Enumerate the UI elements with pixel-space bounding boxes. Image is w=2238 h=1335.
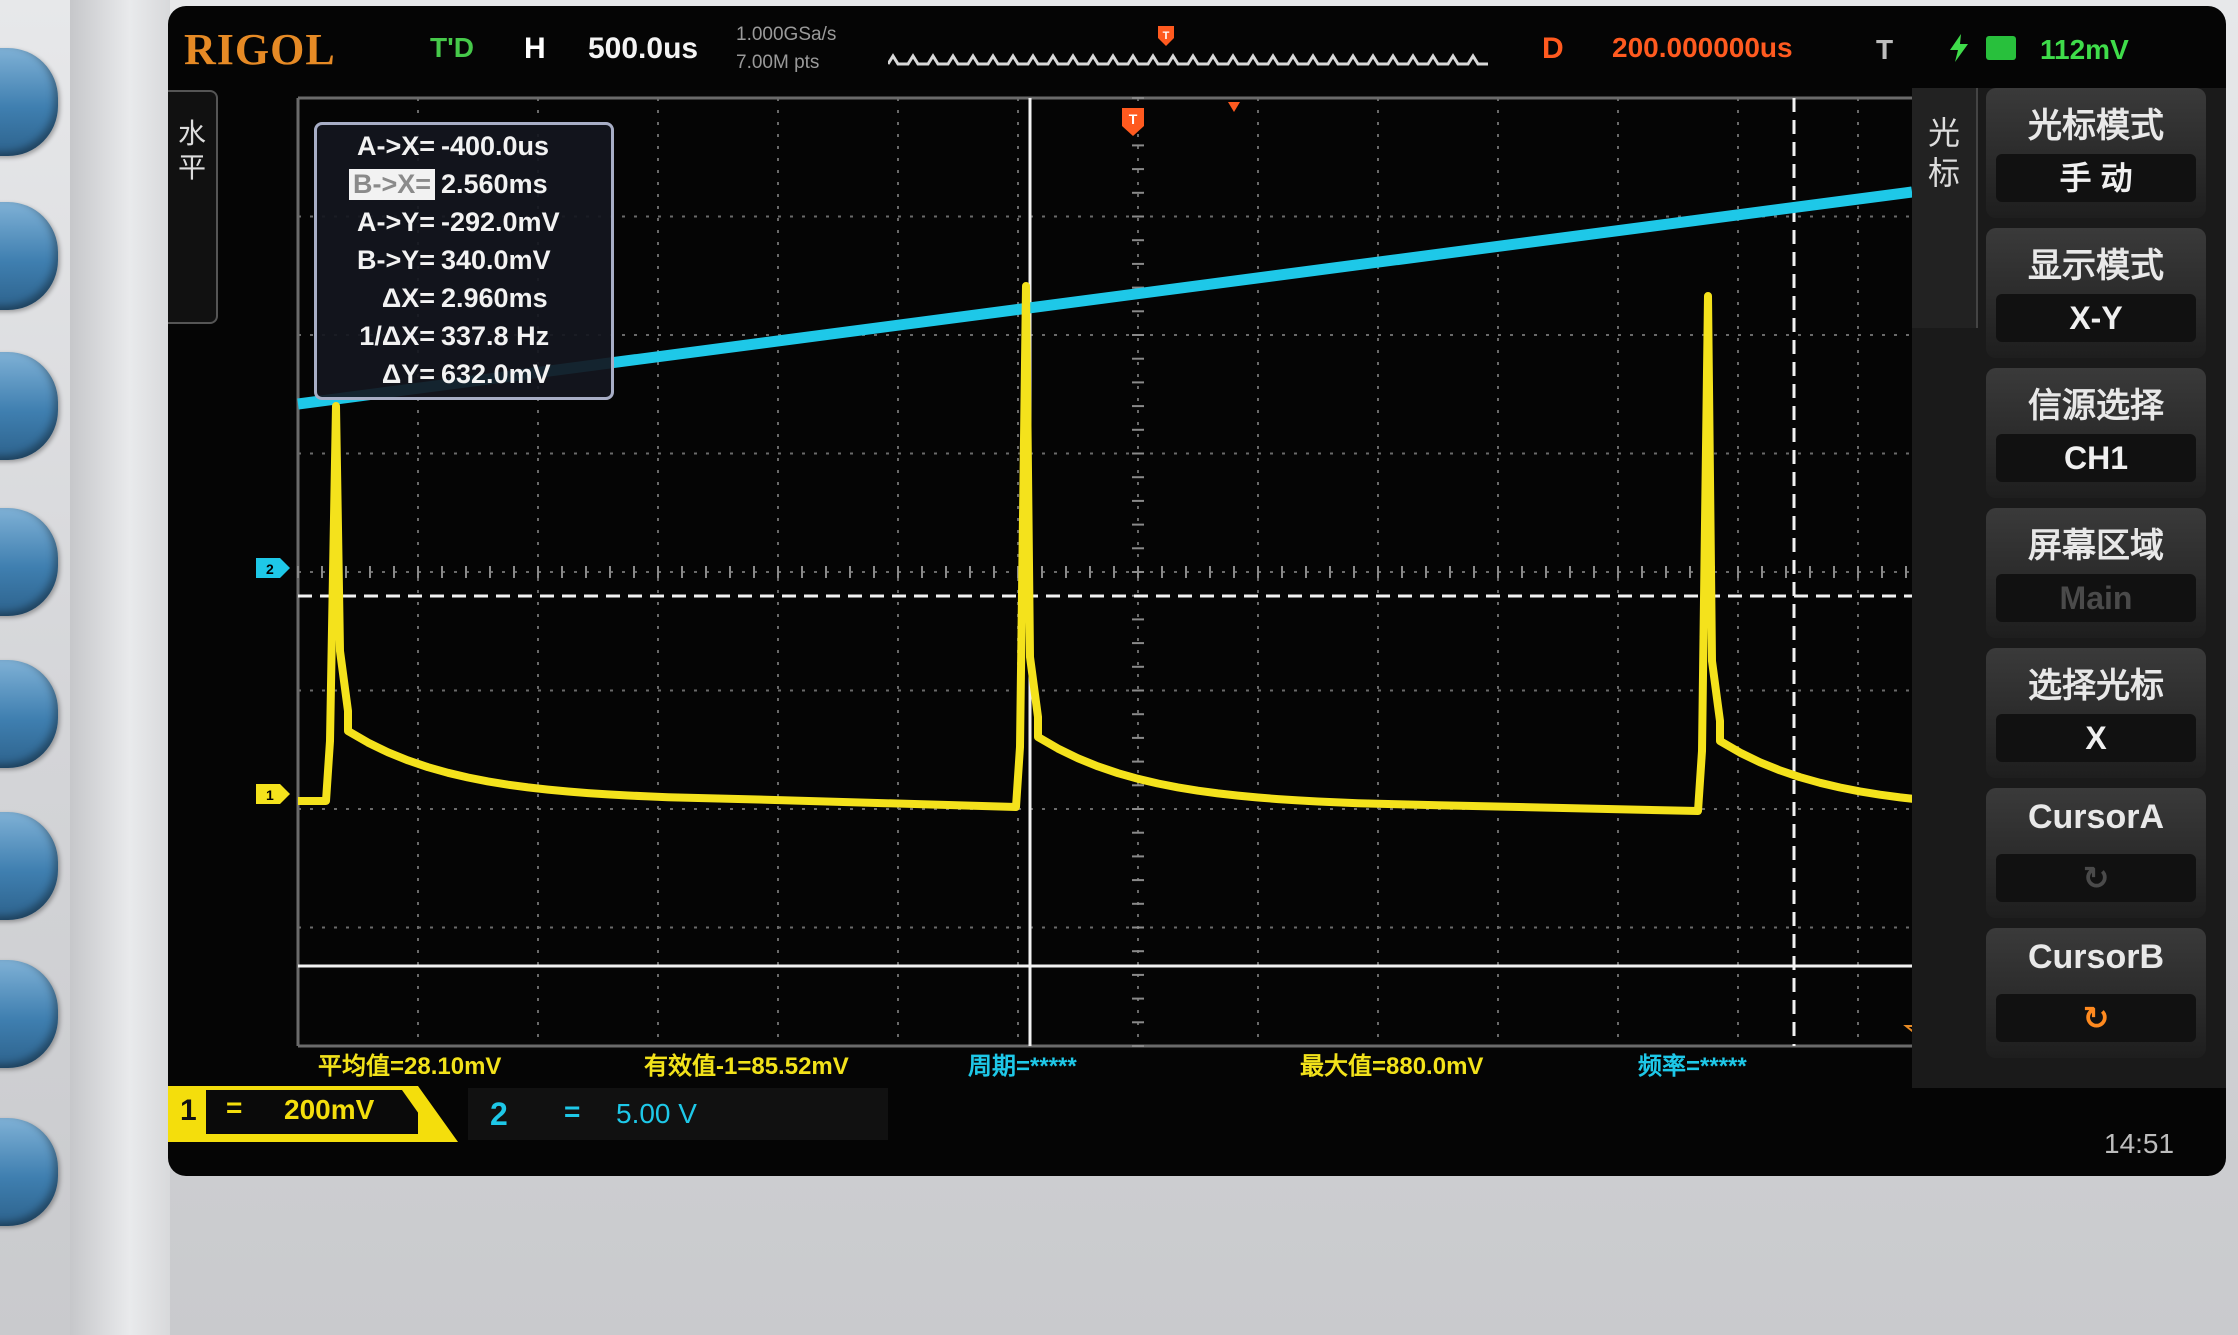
readout-row: A->Y= -292.0mV xyxy=(317,207,611,245)
readout-row: A->X= -400.0us xyxy=(317,131,611,169)
readout-value: 340.0mV xyxy=(441,245,551,275)
readout-row: ΔY= 632.0mV xyxy=(317,359,611,397)
readout-value: -400.0us xyxy=(441,131,550,161)
menu-screen-region[interactable]: 屏幕区域 Main xyxy=(1986,508,2206,638)
readout-row: B->X= 2.560ms xyxy=(317,169,611,207)
readout-label-selected: B->X= xyxy=(348,169,435,200)
menu-display-mode[interactable]: 显示模式 X-Y xyxy=(1986,228,2206,358)
menu-cursor-a[interactable]: CursorA ↻ xyxy=(1986,788,2206,918)
readout-label: A->Y= xyxy=(356,207,435,237)
measure-mean: 平均值=28.10mV xyxy=(318,1053,502,1080)
trigger-marker[interactable]: T xyxy=(1122,108,1144,136)
readout-row: 1/ΔX= 337.8 Hz xyxy=(317,321,611,359)
readout-label: ΔY= xyxy=(381,359,435,389)
readout-value: 2.960ms xyxy=(441,283,548,313)
side-rail xyxy=(70,0,170,1335)
menu-title: 显示模式 xyxy=(2028,247,2164,285)
menu-value: X xyxy=(1996,714,2196,762)
cursor-readout-panel: A->X= -400.0us B->X= 2.560ms A->Y= -292.… xyxy=(314,122,614,400)
channel-1-number: 1 xyxy=(180,1094,197,1127)
rotate-knob-icon: ↻ xyxy=(1996,854,2196,902)
channel-2-coupling: = xyxy=(564,1096,581,1127)
menu-title: 选择光标 xyxy=(2028,667,2164,705)
ch2-offset-marker[interactable]: 2 xyxy=(256,558,290,578)
channel-1-coupling: = xyxy=(226,1092,243,1123)
menu-value: 手 动 xyxy=(1996,154,2196,202)
readout-label: A->X= xyxy=(356,131,435,161)
channel-2-scale: 5.00 V xyxy=(616,1098,697,1129)
trigger-position-marker xyxy=(1228,102,1240,112)
menu-select-cursor[interactable]: 选择光标 X xyxy=(1986,648,2206,778)
menu-title: CursorA xyxy=(2027,798,2165,836)
measure-freq: 频率=***** xyxy=(1638,1053,1747,1080)
menu-value: CH1 xyxy=(1996,434,2196,482)
readout-label: 1/ΔX= xyxy=(359,321,435,351)
measure-max: 最大值=880.0mV xyxy=(1300,1053,1484,1080)
menu-cursor-b[interactable]: CursorB ↻ xyxy=(1986,928,2206,1058)
channel-1-scale: 200mV xyxy=(284,1094,375,1125)
trigger-marker-letter: T xyxy=(1129,111,1138,127)
menu-cursor-mode[interactable]: 光标模式 手 动 xyxy=(1986,88,2206,218)
readout-row: ΔX= 2.960ms xyxy=(317,283,611,321)
menu-value: X-Y xyxy=(1996,294,2196,342)
readout-value: 632.0mV xyxy=(441,359,551,389)
channel-1-badge[interactable]: 1 = 200mV xyxy=(168,1086,458,1142)
scope-screen: RIGOL T'D H 500.0us 1.000GSa/s 7.00M pts… xyxy=(168,6,2226,1176)
readout-value: 337.8 Hz xyxy=(441,321,550,351)
menu-value: Main xyxy=(1996,574,2196,622)
cursor-menu-tab[interactable]: 光 标 xyxy=(1912,88,1978,328)
channel-2-badge[interactable]: 2 = 5.00 V xyxy=(468,1088,888,1140)
menu-title: 屏幕区域 xyxy=(2028,527,2164,565)
clock: 14:51 xyxy=(2104,1128,2175,1159)
measure-period: 周期=***** xyxy=(968,1053,1077,1080)
rotate-knob-icon: ↻ xyxy=(1996,994,2196,1042)
menu-title: 光标模式 xyxy=(2028,107,2164,145)
ch2-offset-marker-label: 2 xyxy=(266,561,274,577)
readout-row: B->Y= 340.0mV xyxy=(317,245,611,283)
readout-label: B->Y= xyxy=(356,245,435,275)
menu-source[interactable]: 信源选择 CH1 xyxy=(1986,368,2206,498)
ch1-offset-marker-label: 1 xyxy=(266,787,274,803)
readout-label: ΔX= xyxy=(381,283,435,313)
menu-title: CursorB xyxy=(2027,938,2165,976)
cursor-tab-char-2: 标 xyxy=(1928,155,1961,191)
menu-title: 信源选择 xyxy=(2028,387,2164,425)
cursor-menu: 光 标 光标模式 手 动 显示模式 X-Y 信源选择 CH1 屏幕区域 Main… xyxy=(1912,88,2226,1088)
channel-2-number: 2 xyxy=(490,1096,508,1132)
readout-value: -292.0mV xyxy=(441,207,560,237)
ch1-offset-marker[interactable]: 1 xyxy=(256,784,290,804)
readout-value: 2.560ms xyxy=(441,169,548,199)
measure-rms: 有效值-1=85.52mV xyxy=(644,1053,849,1080)
